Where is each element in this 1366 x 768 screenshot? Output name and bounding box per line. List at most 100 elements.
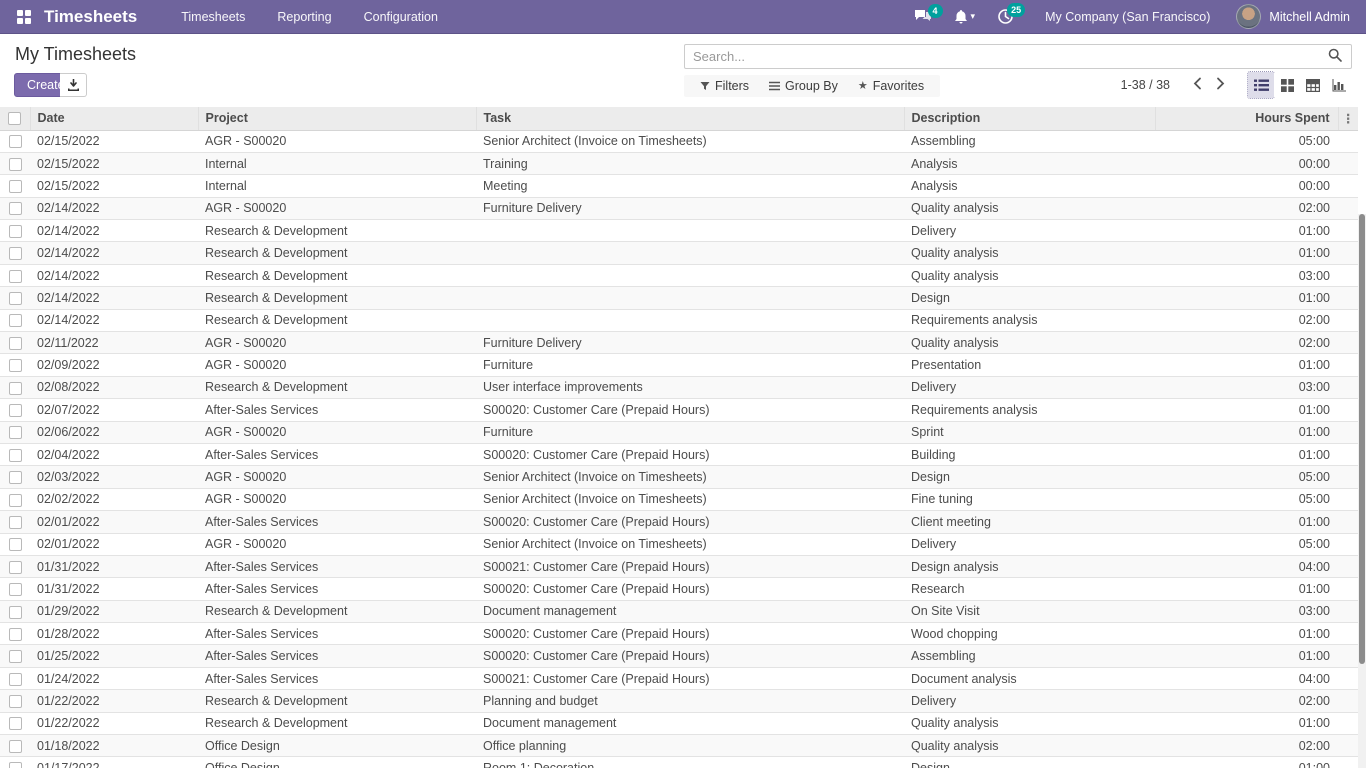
cell-hours: 01:00 [1155, 242, 1338, 264]
column-header-hours[interactable]: Hours Spent [1155, 107, 1338, 130]
apps-menu-button[interactable] [12, 5, 36, 29]
table-row[interactable]: 02/14/2022 Research & Development Requir… [0, 309, 1358, 331]
row-checkbox[interactable] [9, 270, 22, 283]
view-pivot-button[interactable] [1300, 72, 1326, 98]
row-checkbox[interactable] [9, 606, 22, 619]
table-row[interactable]: 01/31/2022 After-Sales Services S00021: … [0, 555, 1358, 577]
row-checkbox[interactable] [9, 158, 22, 171]
export-button[interactable] [60, 73, 87, 97]
cell-description: Analysis [904, 175, 1155, 197]
table-row[interactable]: 01/17/2022 Office Design Room 1: Decorat… [0, 757, 1358, 768]
row-checkbox[interactable] [9, 382, 22, 395]
row-checkbox[interactable] [9, 449, 22, 462]
table-row[interactable]: 02/14/2022 Research & Development Qualit… [0, 242, 1358, 264]
row-checkbox[interactable] [9, 292, 22, 305]
column-header-project[interactable]: Project [198, 107, 476, 130]
row-checkbox[interactable] [9, 202, 22, 215]
column-header-date[interactable]: Date [30, 107, 198, 130]
scrollbar-thumb[interactable] [1359, 214, 1365, 664]
table-row[interactable]: 02/14/2022 Research & Development Qualit… [0, 264, 1358, 286]
table-row[interactable]: 01/24/2022 After-Sales Services S00021: … [0, 667, 1358, 689]
row-checkbox[interactable] [9, 180, 22, 193]
table-row[interactable]: 02/14/2022 Research & Development Delive… [0, 220, 1358, 242]
app-brand[interactable]: Timesheets [44, 7, 137, 27]
favorites-button[interactable]: ★ Favorites [848, 77, 934, 95]
column-header-task[interactable]: Task [476, 107, 904, 130]
table-row[interactable]: 02/14/2022 AGR - S00020 Furniture Delive… [0, 197, 1358, 219]
row-checkbox[interactable] [9, 516, 22, 529]
table-row[interactable]: 01/28/2022 After-Sales Services S00020: … [0, 623, 1358, 645]
row-checkbox[interactable] [9, 314, 22, 327]
cell-date: 01/17/2022 [30, 757, 198, 768]
row-checkbox[interactable] [9, 538, 22, 551]
table-row[interactable]: 01/22/2022 Research & Development Docume… [0, 712, 1358, 734]
row-checkbox[interactable] [9, 561, 22, 574]
table-row[interactable]: 02/11/2022 AGR - S00020 Furniture Delive… [0, 332, 1358, 354]
cell-task: Senior Architect (Invoice on Timesheets) [476, 466, 904, 488]
row-checkbox[interactable] [9, 650, 22, 663]
row-checkbox[interactable] [9, 740, 22, 753]
row-checkbox[interactable] [9, 247, 22, 260]
table-row[interactable]: 02/07/2022 After-Sales Services S00020: … [0, 399, 1358, 421]
row-checkbox[interactable] [9, 359, 22, 372]
company-switcher[interactable]: My Company (San Francisco) [1027, 10, 1232, 24]
table-row[interactable]: 02/09/2022 AGR - S00020 Furniture Presen… [0, 354, 1358, 376]
table-row[interactable]: 02/15/2022 Internal Training Analysis 00… [0, 152, 1358, 174]
table-row[interactable]: 02/01/2022 AGR - S00020 Senior Architect… [0, 533, 1358, 555]
table-row[interactable]: 02/14/2022 Research & Development Design… [0, 287, 1358, 309]
table-row[interactable]: 01/29/2022 Research & Development Docume… [0, 600, 1358, 622]
table-row[interactable]: 02/08/2022 Research & Development User i… [0, 376, 1358, 398]
filters-button[interactable]: Filters [690, 77, 759, 95]
messages-button[interactable]: 4 [905, 3, 941, 30]
menu-item-reporting[interactable]: Reporting [263, 1, 345, 33]
cell-date: 02/14/2022 [30, 309, 198, 331]
table-row[interactable]: 02/15/2022 Internal Meeting Analysis 00:… [0, 175, 1358, 197]
user-menu[interactable]: Mitchell Admin [1236, 4, 1356, 29]
table-row[interactable]: 02/02/2022 AGR - S00020 Senior Architect… [0, 488, 1358, 510]
pager-next-button[interactable] [1209, 73, 1232, 97]
column-header-description[interactable]: Description [904, 107, 1155, 130]
row-checkbox[interactable] [9, 717, 22, 730]
search-button[interactable] [1319, 48, 1351, 65]
cell-project: Research & Development [198, 376, 476, 398]
table-row[interactable]: 01/31/2022 After-Sales Services S00020: … [0, 578, 1358, 600]
row-checkbox[interactable] [9, 426, 22, 439]
row-checkbox[interactable] [9, 337, 22, 350]
group-by-button[interactable]: Group By [759, 77, 848, 95]
row-checkbox[interactable] [9, 135, 22, 148]
row-checkbox[interactable] [9, 225, 22, 238]
vertical-scrollbar[interactable] [1358, 214, 1366, 768]
row-checkbox[interactable] [9, 695, 22, 708]
table-row[interactable]: 01/25/2022 After-Sales Services S00020: … [0, 645, 1358, 667]
row-checkbox[interactable] [9, 762, 22, 768]
row-checkbox[interactable] [9, 673, 22, 686]
row-checkbox[interactable] [9, 583, 22, 596]
optional-columns-button[interactable]: ⋮ [1338, 107, 1358, 130]
row-checkbox[interactable] [9, 494, 22, 507]
cell-date: 02/06/2022 [30, 421, 198, 443]
menu-item-configuration[interactable]: Configuration [350, 1, 452, 33]
table-row[interactable]: 01/18/2022 Office Design Office planning… [0, 735, 1358, 757]
view-kanban-button[interactable] [1274, 72, 1300, 98]
pager-value[interactable]: 1-38 / 38 [1121, 78, 1170, 92]
cell-task: Room 1: Decoration [476, 757, 904, 768]
search-input[interactable] [685, 49, 1319, 64]
cell-task: S00020: Customer Care (Prepaid Hours) [476, 645, 904, 667]
view-graph-button[interactable] [1326, 72, 1352, 98]
row-checkbox[interactable] [9, 628, 22, 641]
table-row[interactable]: 02/04/2022 After-Sales Services S00020: … [0, 443, 1358, 465]
activities-button[interactable]: 25 [988, 2, 1023, 31]
row-checkbox[interactable] [9, 471, 22, 484]
notifications-button[interactable]: ▾ [945, 3, 985, 30]
view-list-button[interactable] [1248, 72, 1274, 98]
menu-item-timesheets[interactable]: Timesheets [167, 1, 259, 33]
select-all-checkbox[interactable] [8, 112, 21, 125]
pager-previous-button[interactable] [1186, 73, 1209, 97]
table-row[interactable]: 02/06/2022 AGR - S00020 Furniture Sprint… [0, 421, 1358, 443]
table-row[interactable]: 02/03/2022 AGR - S00020 Senior Architect… [0, 466, 1358, 488]
row-checkbox[interactable] [9, 404, 22, 417]
table-row[interactable]: 02/15/2022 AGR - S00020 Senior Architect… [0, 130, 1358, 152]
table-row[interactable]: 02/01/2022 After-Sales Services S00020: … [0, 511, 1358, 533]
cell-date: 01/31/2022 [30, 578, 198, 600]
table-row[interactable]: 01/22/2022 Research & Development Planni… [0, 690, 1358, 712]
